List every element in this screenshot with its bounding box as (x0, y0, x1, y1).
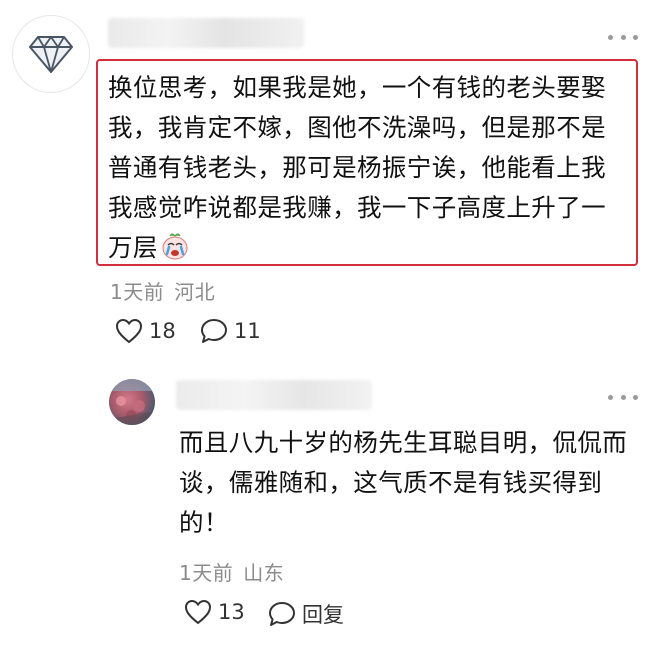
heart-outline-icon (115, 318, 143, 344)
comment-body: 换位思考，如果我是她，一个有钱的老头要娶我，我肯定不嫁，图他不洗澡吗，但是那不是… (108, 68, 626, 268)
reply-body: 而且八九十岁的杨先生耳聪目明，侃侃而谈，儒雅随和，这气质不是有钱买得到的！ (179, 428, 628, 537)
reply-avatar[interactable] (109, 379, 155, 425)
more-dots-icon[interactable] (608, 390, 638, 404)
reply-username-redacted (176, 380, 372, 410)
reply-like-button[interactable]: 13 (184, 599, 245, 625)
comment-time: 1天前 (110, 280, 165, 304)
comment-location: 河北 (174, 280, 216, 304)
speech-bubble-icon (269, 602, 295, 626)
reply-label: 回复 (302, 603, 344, 627)
reply-meta: 1天前 山东 (179, 557, 284, 586)
crying-face-emoji (162, 233, 188, 260)
like-button[interactable]: 18 (115, 318, 176, 344)
reply-location: 山东 (243, 561, 285, 585)
username-redacted (108, 18, 304, 48)
comment-meta: 1天前 河北 (110, 276, 215, 305)
reply-button[interactable]: 回复 (268, 599, 344, 629)
reply-count-button[interactable]: 11 (200, 318, 261, 344)
comment-highlight-box: 换位思考，如果我是她，一个有钱的老头要娶我，我肯定不嫁，图他不洗澡吗，但是那不是… (96, 59, 638, 266)
speech-bubble-icon (201, 319, 227, 343)
like-count: 18 (149, 319, 176, 343)
reply-like-count: 13 (218, 600, 245, 624)
heart-outline-icon (184, 599, 212, 625)
diamond-icon (29, 36, 73, 73)
more-dots-icon[interactable] (608, 30, 638, 44)
avatar[interactable] (12, 15, 90, 93)
reply-count: 11 (234, 319, 261, 343)
reply-time: 1天前 (179, 561, 234, 585)
